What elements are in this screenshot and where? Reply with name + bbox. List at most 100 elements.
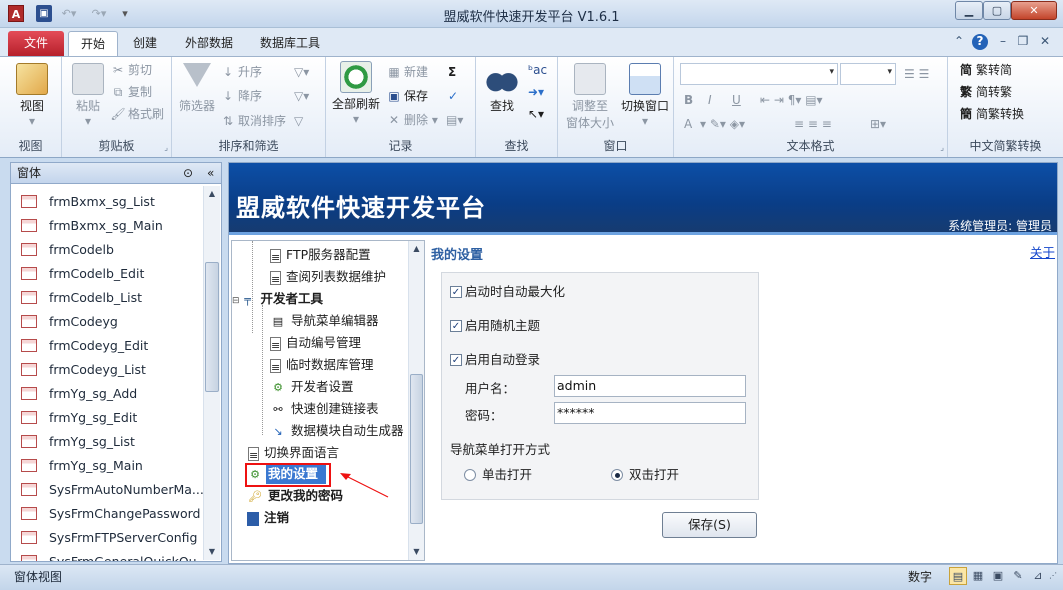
tab-create[interactable]: 创建 bbox=[122, 31, 168, 56]
gridlines-icon[interactable]: ⊞▾ bbox=[870, 115, 886, 133]
checkbox-checked-icon[interactable]: ✓ bbox=[450, 353, 462, 366]
sort-ascending-button[interactable]: ↓ 升序 bbox=[220, 63, 262, 81]
nav-item[interactable]: frmYg_sg_List bbox=[21, 432, 135, 452]
tree-scrollbar[interactable]: ▲ ▼ bbox=[408, 241, 424, 560]
design-view-icon[interactable]: ✎ bbox=[1009, 567, 1027, 585]
tree-item-ftp-config[interactable]: ≡ FTP服务器配置 bbox=[270, 245, 371, 265]
checkbox-checked-icon[interactable]: ✓ bbox=[450, 285, 462, 298]
doc-close-icon[interactable]: ✕ bbox=[1038, 34, 1052, 50]
maximize-on-start-checkbox[interactable]: ✓ 启动时自动最大化 bbox=[450, 282, 565, 302]
font-color-button[interactable]: A bbox=[684, 115, 692, 133]
chevron-down-icon[interactable]: ⊙ bbox=[183, 163, 193, 183]
tab-home[interactable]: 开始 bbox=[68, 31, 118, 56]
totals-icon[interactable]: Σ bbox=[448, 63, 456, 81]
tree-item-change-password[interactable]: 🔑︎ 更改我的密码 bbox=[247, 486, 343, 506]
nav-item[interactable]: frmCodeyg_List bbox=[21, 360, 146, 380]
nav-scrollbar[interactable]: ▲ ▼ bbox=[203, 186, 220, 560]
delete-record-button[interactable]: ✕ 删除 ▾ bbox=[386, 111, 438, 129]
checkbox-checked-icon[interactable]: ✓ bbox=[450, 319, 462, 332]
font-name-combo[interactable]: ▾ bbox=[680, 63, 838, 85]
scrollbar-thumb[interactable] bbox=[410, 374, 423, 524]
scroll-up-icon[interactable]: ▲ bbox=[409, 241, 424, 257]
tree-item-developer-tools[interactable]: ⊟ ╤ 开发者工具 bbox=[232, 289, 323, 309]
underline-button[interactable]: U bbox=[732, 91, 741, 109]
nav-pane-header[interactable]: 窗体 ⊙ « bbox=[10, 162, 222, 184]
tree-item-switch-language[interactable]: ≡ 切换界面语言 bbox=[248, 443, 339, 463]
scroll-down-icon[interactable]: ▼ bbox=[409, 544, 424, 560]
radio-unselected-icon[interactable] bbox=[464, 468, 476, 481]
doc-restore-icon[interactable]: ❐ bbox=[1016, 34, 1030, 50]
ribbon-minimize-icon[interactable]: ⌃ bbox=[952, 34, 966, 50]
single-click-radio[interactable]: 单击打开 bbox=[464, 464, 532, 483]
format-painter-button[interactable]: 🖌 格式刷 bbox=[110, 105, 164, 123]
nav-item[interactable]: SysFrmChangePassword bbox=[21, 504, 200, 524]
nav-item[interactable]: frmYg_sg_Add bbox=[21, 384, 137, 404]
select-icon[interactable]: ↖▾ bbox=[528, 105, 544, 123]
password-field[interactable]: ****** bbox=[554, 402, 746, 424]
random-theme-checkbox[interactable]: ✓ 启用随机主题 bbox=[450, 316, 540, 336]
nav-item[interactable]: frmCodelb_Edit bbox=[21, 264, 144, 284]
view-button[interactable]: 视图 ▾ bbox=[12, 63, 52, 128]
datasheet-view-icon[interactable]: ▦ bbox=[969, 567, 987, 585]
tree-item-temp-db[interactable]: ≡ 临时数据库管理 bbox=[270, 355, 374, 375]
nav-item[interactable]: frmYg_sg_Edit bbox=[21, 408, 137, 428]
simp-to-trad-button[interactable]: 繁简转繁 bbox=[958, 83, 1012, 101]
about-link[interactable]: 关于 bbox=[1030, 242, 1055, 261]
double-click-radio[interactable]: 双击打开 bbox=[611, 464, 679, 483]
tree-item-module-generator[interactable]: ↘ 数据模块自动生成器 bbox=[270, 421, 403, 441]
dialog-launcher-icon[interactable]: ⌟ bbox=[164, 143, 168, 152]
dialog-launcher-icon[interactable]: ⌟ bbox=[940, 143, 944, 152]
tab-database-tools[interactable]: 数据库工具 bbox=[250, 31, 330, 56]
close-button[interactable]: ✕ bbox=[1011, 1, 1057, 20]
help-icon[interactable]: ? bbox=[972, 34, 988, 50]
indent-icons[interactable]: ⇤ ⇥ ¶▾ ▤▾ bbox=[760, 91, 823, 109]
new-record-button[interactable]: ▦ 新建 bbox=[386, 63, 428, 81]
replace-icon[interactable]: ᵇac bbox=[528, 61, 547, 79]
switch-windows-button[interactable]: 切换窗口 ▾ bbox=[616, 63, 674, 128]
bullets-icon[interactable]: ☰ ☰ bbox=[904, 65, 929, 83]
tab-file[interactable]: 文件 bbox=[8, 31, 64, 56]
fit-to-window-button[interactable]: 调整至 窗体大小 bbox=[562, 63, 618, 131]
align-icons[interactable]: ≡ ≡ ≡ bbox=[794, 115, 832, 133]
save-button[interactable]: 保存(S) bbox=[662, 512, 757, 538]
find-button[interactable]: 查找 bbox=[482, 63, 522, 114]
maximize-button[interactable]: ▢ bbox=[983, 1, 1011, 20]
tree-item-create-link-table[interactable]: ⚯ 快速创建链接表 bbox=[270, 399, 378, 419]
tree-item-dev-settings[interactable]: ⚙ 开发者设置 bbox=[270, 377, 353, 397]
spelling-icon[interactable]: ✓ bbox=[448, 87, 458, 105]
font-size-combo[interactable]: ▾ bbox=[840, 63, 896, 85]
report-view-icon[interactable]: ⊿ bbox=[1029, 567, 1047, 585]
username-field[interactable]: admin bbox=[554, 375, 746, 397]
collapse-icon[interactable]: ⊟ bbox=[232, 296, 240, 306]
italic-button[interactable]: I bbox=[708, 91, 712, 109]
more-records-icon[interactable]: ▤▾ bbox=[446, 111, 463, 129]
nav-item[interactable]: frmBxmx_sg_List bbox=[21, 192, 155, 212]
scroll-up-icon[interactable]: ▲ bbox=[204, 186, 220, 202]
cut-button[interactable]: ✂ 剪切 bbox=[110, 61, 152, 79]
nav-item[interactable]: frmCodeyg_Edit bbox=[21, 336, 148, 356]
scrollbar-thumb[interactable] bbox=[205, 262, 219, 392]
refresh-all-button[interactable]: 全部刷新 ▾ bbox=[330, 61, 382, 126]
bold-button[interactable]: B bbox=[684, 91, 693, 109]
tree-item-logout[interactable]: 注销 bbox=[247, 508, 289, 528]
nav-item[interactable]: SysFrmFTPServerConfig bbox=[21, 528, 197, 548]
tree-item-auto-number[interactable]: ≡ 自动编号管理 bbox=[270, 333, 361, 353]
radio-selected-icon[interactable] bbox=[611, 468, 623, 481]
advanced-filter-icon[interactable]: ▽▾ bbox=[294, 87, 309, 105]
resize-grip-icon[interactable]: ⋰ bbox=[1046, 567, 1060, 585]
nav-item[interactable]: frmYg_sg_Main bbox=[21, 456, 143, 476]
clear-sort-button[interactable]: ⇅ 取消排序 bbox=[220, 112, 286, 130]
nav-item[interactable]: frmCodeyg bbox=[21, 312, 118, 332]
selection-filter-icon[interactable]: ▽▾ bbox=[294, 63, 309, 81]
layout-view-icon[interactable]: ▣ bbox=[989, 567, 1007, 585]
tab-external-data[interactable]: 外部数据 bbox=[176, 31, 242, 56]
copy-button[interactable]: ⧉ 复制 bbox=[110, 83, 152, 101]
sort-descending-button[interactable]: ↓ 降序 bbox=[220, 87, 262, 105]
goto-icon[interactable]: ➜▾ bbox=[528, 83, 544, 101]
highlight-icons[interactable]: ▾ ✎▾ ◈▾ bbox=[700, 115, 745, 133]
collapse-pane-icon[interactable]: « bbox=[207, 163, 214, 183]
doc-minimize-icon[interactable]: – bbox=[996, 34, 1010, 50]
minimize-button[interactable]: ▁ bbox=[955, 1, 983, 20]
toggle-filter-icon[interactable]: ▽ bbox=[294, 112, 303, 130]
nav-item[interactable]: SysFrmGeneralQuickQu... bbox=[21, 552, 209, 561]
